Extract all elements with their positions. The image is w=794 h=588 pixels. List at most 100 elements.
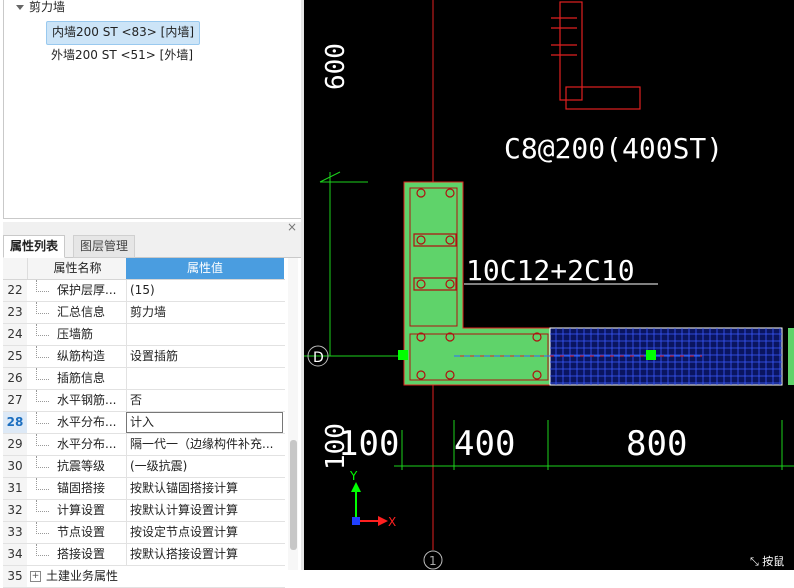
tree-line [36,346,49,358]
expand-arrows-icon: ⤡ [750,555,763,568]
property-value[interactable]: 隔一代一（边缘构件补充... [126,434,285,455]
property-name: 计算设置 [57,503,106,517]
property-value-editor[interactable]: 计入 [126,412,283,433]
table-row[interactable]: 30 抗震等级 (一级抗震) [3,456,285,478]
stirrup-leg-outline [559,1,583,101]
header-value: 属性值 [126,258,284,279]
dim-text-400: 400 [454,424,515,464]
table-row[interactable]: 22 保护层厚... (15) [3,280,285,302]
tree-line [36,500,49,512]
row-number: 28 [3,412,27,433]
property-name: 水平分布... [57,415,117,429]
scrollbar-thumb[interactable] [290,440,297,550]
property-name: 汇总信息 [57,305,106,319]
row-number: 23 [3,302,27,323]
row-number: 32 [3,500,27,521]
header-name: 属性名称 [27,258,127,279]
axis-label-d: D [313,350,324,366]
property-name: 搭接设置 [57,547,106,561]
tab-properties[interactable]: 属性列表 [3,235,66,258]
row-number: 27 [3,390,27,411]
tree-line [36,522,49,534]
row-number: 29 [3,434,27,455]
row-number: 24 [3,324,27,345]
row-number: 30 [3,456,27,477]
property-name: 压墙筋 [57,327,94,341]
table-row-group[interactable]: 35 + 土建业务属性 [3,566,285,588]
property-name: 保护层厚... [57,283,117,297]
row-number: 34 [3,544,27,565]
tree-line [36,302,49,314]
property-value[interactable]: 否 [126,390,285,411]
property-tabs: 属性列表 图层管理 [3,234,301,258]
property-value[interactable]: 剪力墙 [126,302,285,323]
row-number: 22 [3,280,27,301]
tree-line [36,412,49,424]
property-value[interactable]: 按默认计算设置计算 [126,500,285,521]
property-value[interactable]: (15) [126,280,285,301]
ucs-x-label: X [388,515,396,529]
tree-item-outer-wall[interactable]: 外墙200 ST <51> [外墙] [46,44,198,66]
property-value[interactable]: (一级抗震) [126,456,285,477]
dim-text-800: 800 [626,424,687,464]
tree-line [36,434,49,446]
tree-root-shear-wall[interactable]: 剪力墙 [16,0,65,16]
header-num [3,258,27,279]
tree-line [36,544,49,556]
ucs-icon: Y X [349,469,396,529]
table-row[interactable]: 31 锚固搭接 按默认锚固搭接计算 [3,478,285,500]
wall-next-segment [788,328,794,385]
tree-line [36,280,49,292]
table-row[interactable]: 23 汇总信息 剪力墙 [3,302,285,324]
expand-plus-icon[interactable]: + [30,571,41,582]
property-value[interactable]: 按默认锚固搭接计算 [126,478,285,499]
table-row[interactable]: 25 纵筋构造 设置插筋 [3,346,285,368]
property-name: 锚固搭接 [57,481,106,495]
tab-layers[interactable]: 图层管理 [73,235,136,258]
grid-scrollbar[interactable] [288,258,298,570]
tree-line [36,324,49,336]
property-value[interactable]: 按默认搭接设置计算 [126,544,285,565]
property-name: 纵筋构造 [57,349,106,363]
property-value[interactable] [126,324,285,345]
row-number: 33 [3,522,27,543]
grip-handle-mid[interactable] [646,350,656,360]
property-grid: 属性名称 属性值 22 保护层厚... (15) 23 汇总信息 剪力墙 24 压墙筋 2… [3,258,285,588]
property-name: 水平分布... [57,437,117,451]
tree-item-inner-wall[interactable]: 内墙200 ST <83> [内墙] [46,21,201,45]
close-icon[interactable]: × [287,220,297,234]
axis-num-1: 1 [429,554,437,568]
property-name: 水平钢筋... [57,393,117,407]
stirrup-label: C8@200(400ST) [504,132,723,165]
row-number: 25 [3,346,27,367]
grip-handle-left[interactable] [398,350,408,360]
table-row[interactable]: 27 水平钢筋... 否 [3,390,285,412]
left-panel: 剪力墙 内墙200 ST <83> [内墙] 外墙200 ST <51> [外墙… [0,0,304,588]
stirrup-hooks [551,17,577,56]
row-number: 31 [3,478,27,499]
table-row[interactable]: 32 计算设置 按默认计算设置计算 [3,500,285,522]
property-name: 插筋信息 [57,371,106,385]
stirrup-detail [551,1,641,110]
cad-canvas[interactable]: C8@200(400ST) 1 600 100 D 10C12+2C10 100… [304,0,794,570]
table-row[interactable]: 29 水平分布... 隔一代一（边缘构件补充... [3,434,285,456]
stirrup-foot-outline [565,86,641,110]
row-number: 35 [3,566,27,587]
status-hint: ⤡ 按鼠 [750,554,794,570]
vert-dim-top: 600 [321,43,351,90]
property-value[interactable] [126,368,285,389]
table-row[interactable]: 33 节点设置 按设定节点设置计算 [3,522,285,544]
property-value[interactable]: 按设定节点设置计算 [126,522,285,543]
cad-drawing: C8@200(400ST) 1 600 100 D 10C12+2C10 100… [304,0,794,570]
table-row[interactable]: 26 插筋信息 [3,368,285,390]
table-row-selected[interactable]: 28 水平分布... 计入 [3,412,285,434]
panel-divider: × [3,220,301,234]
tree-line [36,456,49,468]
collapse-triangle-icon[interactable] [16,5,24,10]
table-row[interactable]: 24 压墙筋 [3,324,285,346]
dim-text-100: 100 [338,424,399,464]
table-row[interactable]: 34 搭接设置 按默认搭接设置计算 [3,544,285,566]
property-group-name: 土建业务属性 [46,569,119,583]
property-value[interactable]: 设置插筋 [126,346,285,367]
tree-root-label: 剪力墙 [29,0,66,14]
